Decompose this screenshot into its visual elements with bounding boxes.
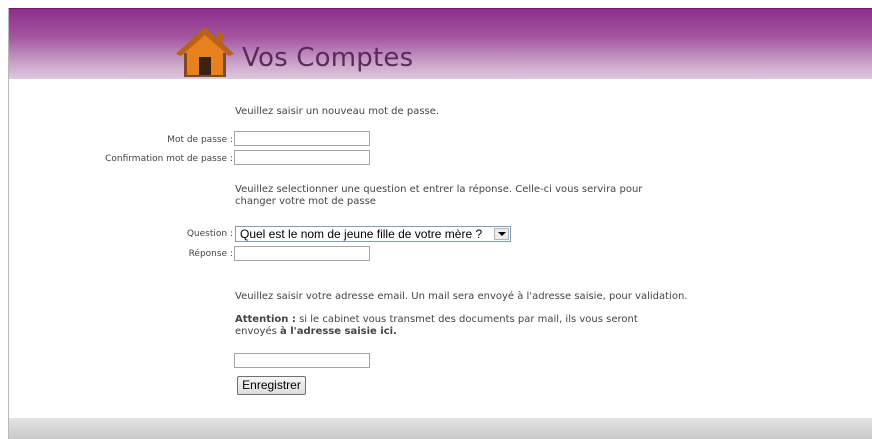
email-instructions: Veuillez saisir votre adresse email. Un … bbox=[235, 291, 688, 302]
attention-text: si le cabinet vous transmet des document… bbox=[295, 314, 638, 325]
question-selected-value: Quel est le nom de jeune fille de votre … bbox=[240, 227, 483, 241]
question-intro-line2: changer votre mot de passe bbox=[235, 196, 376, 207]
confirm-password-label: Confirmation mot de passe : bbox=[105, 154, 233, 164]
attention-line2: envoyés à l'adresse saisie ici. bbox=[235, 326, 397, 338]
answer-input[interactable] bbox=[234, 246, 370, 261]
password-label: Mot de passe : bbox=[167, 135, 233, 145]
confirm-password-input[interactable] bbox=[234, 150, 370, 165]
attention-line1: Attention : si le cabinet vous transmet … bbox=[235, 314, 638, 326]
intro-text: Veuillez saisir un nouveau mot de passe. bbox=[235, 106, 440, 117]
answer-label: Réponse : bbox=[188, 249, 233, 259]
save-button[interactable]: Enregistrer bbox=[237, 376, 306, 395]
attention-bold: à l'adresse saisie ici. bbox=[280, 326, 397, 337]
header-banner: Vos Comptes bbox=[9, 8, 872, 79]
footer-bar bbox=[9, 418, 872, 439]
attention-label: Attention : bbox=[235, 314, 296, 325]
attention-prefix: envoyés bbox=[235, 326, 280, 337]
question-intro-line1: Veuillez selectionner une question et en… bbox=[235, 184, 643, 195]
question-label: Question : bbox=[186, 229, 233, 239]
house-icon bbox=[176, 27, 234, 77]
app-title: Vos Comptes bbox=[242, 43, 414, 73]
question-select[interactable]: Quel est le nom de jeune fille de votre … bbox=[235, 226, 511, 242]
chevron-down-icon[interactable] bbox=[494, 228, 509, 240]
page-frame: Vos Comptes Veuillez saisir un nouveau m… bbox=[8, 8, 872, 439]
email-input[interactable] bbox=[234, 353, 370, 368]
password-input[interactable] bbox=[234, 131, 370, 146]
